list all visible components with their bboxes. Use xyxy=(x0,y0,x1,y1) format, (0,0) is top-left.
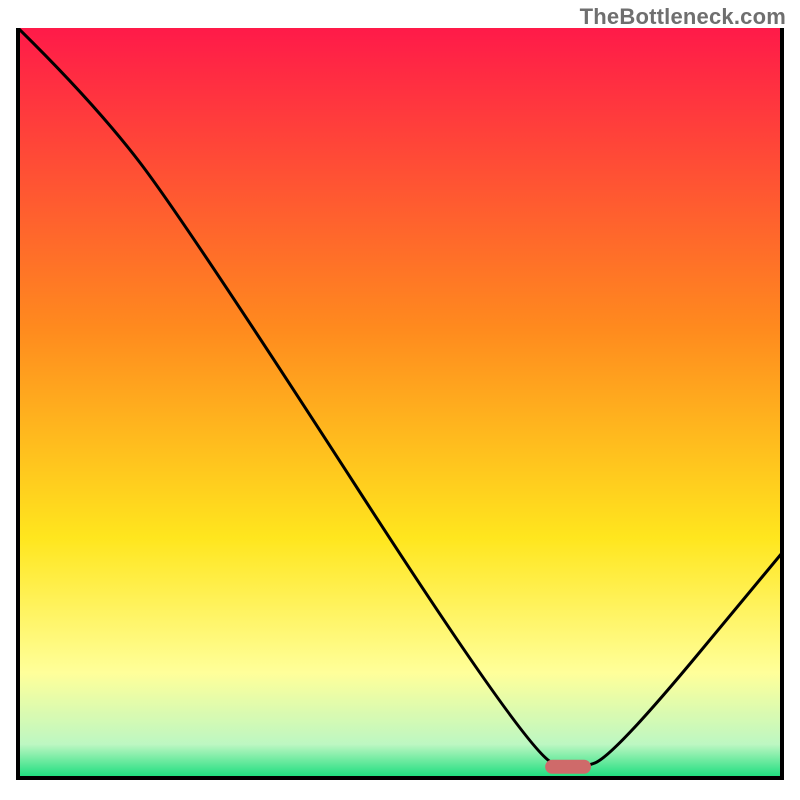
chart-frame: TheBottleneck.com xyxy=(0,0,800,800)
optimal-marker xyxy=(545,760,591,774)
gradient-background xyxy=(18,28,782,778)
bottleneck-chart xyxy=(0,0,800,800)
